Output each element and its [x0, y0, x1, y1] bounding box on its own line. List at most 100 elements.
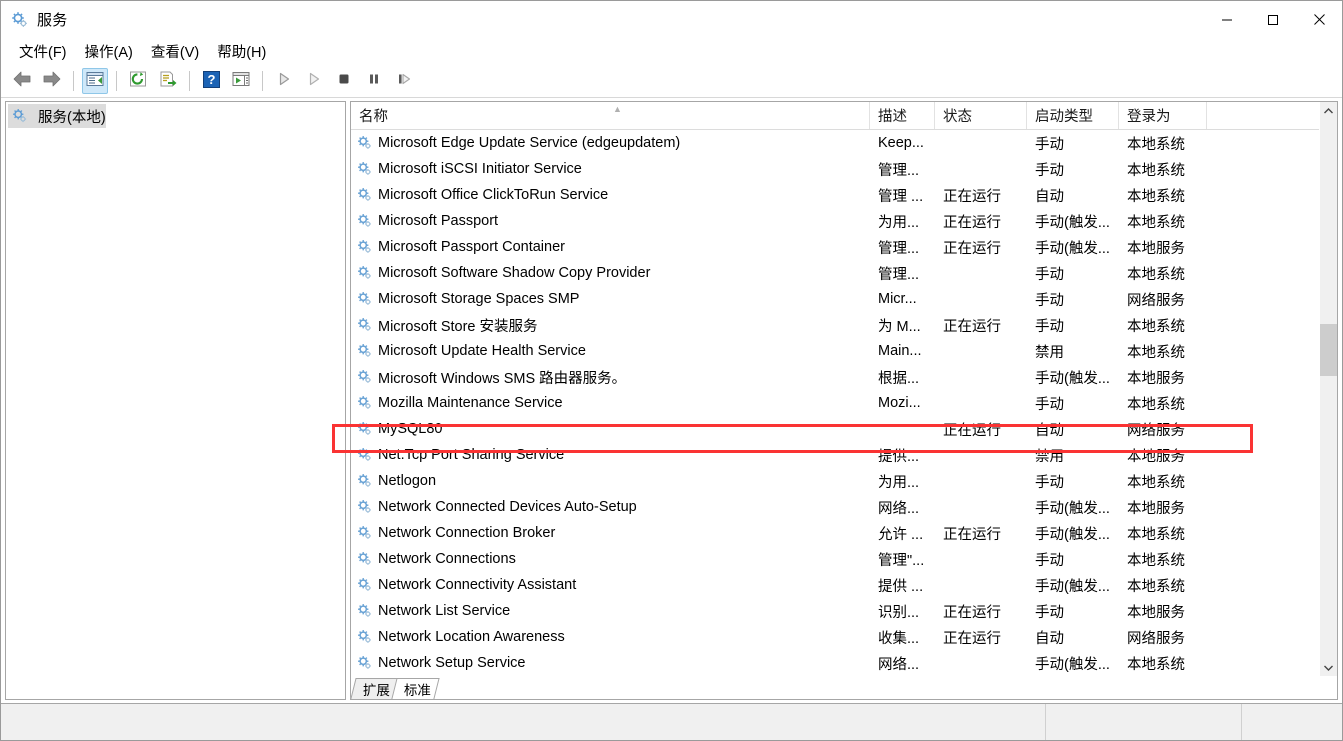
scroll-track[interactable]	[1320, 119, 1337, 659]
stop-icon	[336, 71, 352, 90]
service-name-label: Netlogon	[378, 473, 437, 489]
minimize-button[interactable]	[1204, 1, 1250, 38]
cell-service-name: Network Connections	[351, 551, 870, 567]
service-name-label: Microsoft Edge Update Service (edgeupdat…	[378, 135, 681, 151]
service-name-label: Network Location Awareness	[378, 629, 565, 645]
table-row[interactable]: MySQL80 正在运行 自动 网络服务	[351, 416, 1319, 442]
cell-startup-type: 手动(触发...	[1035, 240, 1110, 257]
table-row[interactable]: Microsoft Edge Update Service (edgeupdat…	[351, 130, 1319, 156]
table-row[interactable]: Network Connectivity Assistant 提供 ... 手动(触…	[351, 572, 1319, 598]
cell-service-name: Microsoft Store 安装服务	[351, 315, 870, 336]
column-header-startup-type[interactable]: 启动类型	[1027, 102, 1119, 129]
table-row[interactable]: Microsoft Update Health Service Main... 禁用…	[351, 338, 1319, 364]
table-row[interactable]: Network Connected Devices Auto-Setup 网络..…	[351, 494, 1319, 520]
close-button[interactable]	[1296, 1, 1342, 38]
toolbar-stop-service[interactable]	[331, 68, 357, 94]
cell-description: 允许 ...	[878, 526, 924, 543]
menu-help[interactable]: 帮助(H)	[208, 39, 275, 64]
table-row[interactable]: Network Setup Service 网络... 手动(触发... 本地系统	[351, 650, 1319, 676]
listview-header: 名称 ▲ 描述 状态 启动类型 登录为	[351, 102, 1319, 130]
cell-status: 正在运行	[943, 422, 1001, 439]
toolbar-back[interactable]	[9, 68, 35, 94]
cell-description: 管理...	[878, 266, 920, 283]
maximize-button[interactable]	[1250, 1, 1296, 38]
service-name-label: Microsoft Passport	[378, 213, 499, 229]
toolbar-pause-service[interactable]	[361, 68, 387, 94]
service-name-label: Network Connection Broker	[378, 525, 556, 541]
toolbar-export-list[interactable]	[155, 68, 181, 94]
cell-startup-type: 自动	[1035, 630, 1064, 647]
menu-view[interactable]: 查看(V)	[142, 39, 208, 64]
table-row[interactable]: Microsoft Passport 为用... 正在运行 手动(触发... 本地系统	[351, 208, 1319, 234]
cell-startup-type: 手动	[1035, 396, 1064, 413]
toolbar-separator-4	[262, 70, 263, 91]
toolbar-separator-2	[116, 70, 117, 91]
service-gear-icon	[357, 135, 373, 151]
service-gear-icon	[357, 421, 373, 437]
cell-service-name: Net.Tcp Port Sharing Service	[351, 447, 870, 463]
cell-startup-type: 自动	[1035, 188, 1064, 205]
column-header-description[interactable]: 描述	[870, 102, 935, 129]
table-row[interactable]: Network Connections 管理"... 手动 本地系统	[351, 546, 1319, 572]
cell-description: 为 M...	[878, 318, 921, 335]
services-window: 服务 文件(F) 操作(A) 查看(V) 帮助(H) ? 服务(本地) 名称 ▲…	[0, 0, 1343, 741]
show-hide-tree-icon	[86, 71, 104, 90]
cell-startup-type: 手动	[1035, 318, 1064, 335]
table-row[interactable]: Microsoft iSCSI Initiator Service 管理... 手动…	[351, 156, 1319, 182]
toolbar-resume-service[interactable]	[301, 68, 327, 94]
status-panel-3	[1242, 704, 1342, 740]
table-row[interactable]: Microsoft Office ClickToRun Service 管理 ..…	[351, 182, 1319, 208]
scroll-thumb[interactable]	[1320, 324, 1337, 376]
cell-logon-as: 本地服务	[1127, 370, 1185, 387]
cell-service-name: MySQL80	[351, 421, 870, 437]
service-name-label: Network Setup Service	[378, 655, 526, 671]
cell-logon-as: 本地系统	[1127, 552, 1185, 569]
table-row[interactable]: Microsoft Windows SMS 路由器服务。 根据... 手动(触发..…	[351, 364, 1319, 390]
console-tree-pane: 服务(本地)	[5, 101, 346, 700]
table-row[interactable]: Mozilla Maintenance Service Mozi... 手动 本地系统	[351, 390, 1319, 416]
cell-logon-as: 本地服务	[1127, 500, 1185, 517]
table-row[interactable]: Net.Tcp Port Sharing Service 提供... 禁用 本地服务	[351, 442, 1319, 468]
table-row[interactable]: Netlogon 为用... 手动 本地系统	[351, 468, 1319, 494]
column-header-name[interactable]: 名称 ▲	[351, 102, 870, 129]
cell-status: 正在运行	[943, 630, 1001, 647]
column-header-status[interactable]: 状态	[935, 102, 1027, 129]
scroll-down-arrow-icon[interactable]	[1320, 659, 1337, 676]
service-name-label: Mozilla Maintenance Service	[378, 395, 563, 411]
menu-file[interactable]: 文件(F)	[10, 39, 76, 64]
tab-standard[interactable]: 标准	[391, 678, 440, 699]
list-vertical-scrollbar[interactable]	[1319, 102, 1337, 676]
table-row[interactable]: Microsoft Store 安装服务 为 M... 正在运行 手动 本地系统	[351, 312, 1319, 338]
service-gear-icon	[357, 603, 373, 619]
title-bar: 服务	[1, 1, 1342, 38]
toolbar-show-hide-console-tree[interactable]	[82, 67, 108, 94]
toolbar-show-action-pane[interactable]	[228, 68, 254, 94]
menu-action[interactable]: 操作(A)	[76, 39, 142, 64]
table-row[interactable]: Microsoft Passport Container 管理... 正在运行 手动(…	[351, 234, 1319, 260]
play-icon	[276, 71, 292, 90]
toolbar-help[interactable]: ?	[198, 68, 224, 94]
cell-description: 提供 ...	[878, 578, 924, 595]
table-row[interactable]: Microsoft Software Shadow Copy Provider 管…	[351, 260, 1319, 286]
toolbar-start-service[interactable]	[271, 68, 297, 94]
table-row[interactable]: Network Location Awareness 收集... 正在运行 自动 网络服…	[351, 624, 1319, 650]
tree-item-services-local[interactable]: 服务(本地)	[8, 104, 106, 128]
table-row[interactable]: Network Connection Broker 允许 ... 正在运行 手动(触发…	[351, 520, 1319, 546]
back-arrow-icon	[12, 70, 32, 91]
svg-text:?: ?	[207, 72, 215, 87]
service-gear-icon	[357, 161, 373, 177]
toolbar-restart-service[interactable]	[391, 68, 417, 94]
toolbar-refresh[interactable]	[125, 68, 151, 94]
toolbar-forward[interactable]	[39, 68, 65, 94]
service-gear-icon	[357, 525, 373, 541]
table-row[interactable]: Microsoft Storage Spaces SMP Micr... 手动 网络服…	[351, 286, 1319, 312]
cell-description: 管理...	[878, 162, 920, 179]
cell-service-name: Mozilla Maintenance Service	[351, 395, 870, 411]
cell-status: 正在运行	[943, 318, 1001, 335]
column-header-logon-as[interactable]: 登录为	[1119, 102, 1207, 129]
cell-logon-as: 本地系统	[1127, 136, 1185, 153]
cell-description: 管理 ...	[878, 188, 924, 205]
cell-service-name: Microsoft Windows SMS 路由器服务。	[351, 367, 870, 388]
scroll-up-arrow-icon[interactable]	[1320, 102, 1337, 119]
table-row[interactable]: Network List Service 识别... 正在运行 手动 本地服务	[351, 598, 1319, 624]
